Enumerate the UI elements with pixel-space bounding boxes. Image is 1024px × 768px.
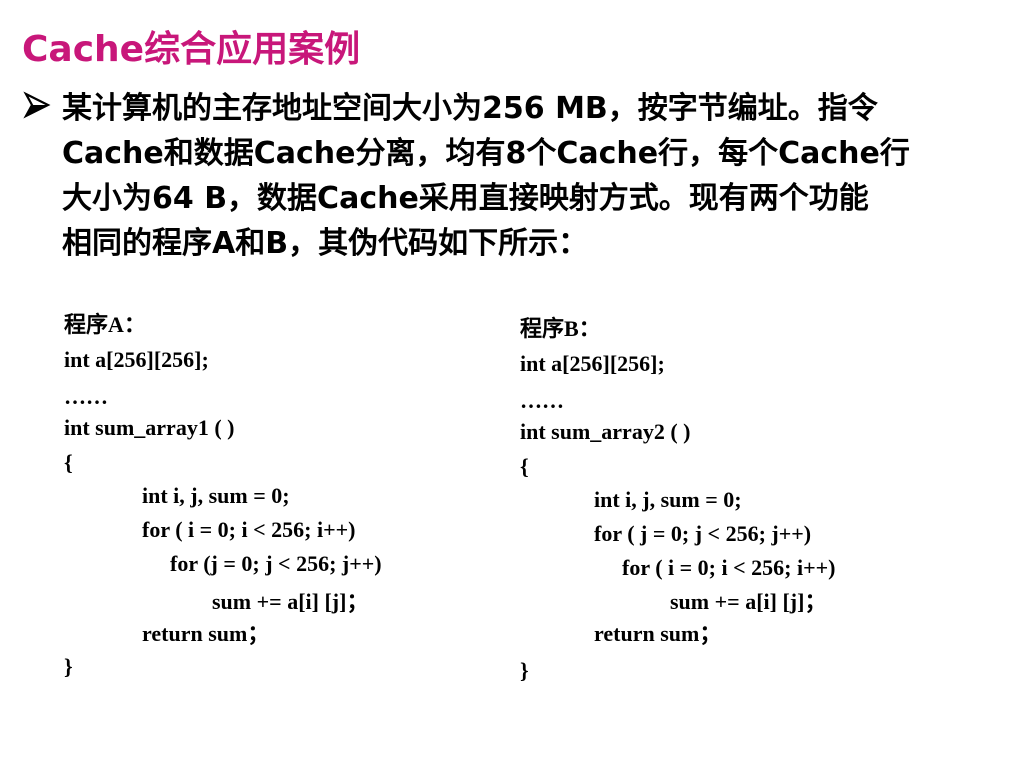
code-line: } xyxy=(520,658,529,683)
bullet-line-1: 某计算机的主存地址空间大小为256 MB，按字节编址。指令 xyxy=(62,91,878,126)
code-line: int i, j, sum = 0; xyxy=(142,483,290,508)
code-line: return sum； xyxy=(142,621,270,646)
code-line: int sum_array2 ( ) xyxy=(520,419,691,444)
program-b-code: 程序B： int a[256][256]; …… int sum_array2 … xyxy=(520,316,835,683)
code-line: int a[256][256]; xyxy=(520,351,665,376)
code-line: int a[256][256]; xyxy=(64,347,209,372)
code-line: …… xyxy=(520,388,564,413)
arrow-bullet-icon xyxy=(23,91,51,119)
code-line: for ( j = 0; j < 256; j++) xyxy=(594,521,812,546)
bullet-line-4: 相同的程序A和B，其伪代码如下所示： xyxy=(62,226,589,261)
code-line: 程序A： xyxy=(64,312,146,337)
bullet-text: 某计算机的主存地址空间大小为256 MB，按字节编址。指令 Cache和数据Ca… xyxy=(62,86,982,266)
code-line: sum += a[i] [j]； xyxy=(670,589,827,614)
code-line: } xyxy=(64,654,73,679)
program-a-code: 程序A： int a[256][256]; …… int sum_array1 … xyxy=(64,312,382,679)
slide-title: Cache综合应用案例 xyxy=(22,29,361,70)
code-line: sum += a[i] [j]； xyxy=(212,589,369,614)
code-line: for (j = 0; j < 256; j++) xyxy=(170,551,382,576)
code-line: …… xyxy=(64,384,108,409)
code-line: for ( i = 0; i < 256; i++) xyxy=(622,555,836,580)
code-line: int sum_array1 ( ) xyxy=(64,415,235,440)
code-line: for ( i = 0; i < 256; i++) xyxy=(142,517,356,542)
bullet-line-3: 大小为64 B，数据Cache采用直接映射方式。现有两个功能 xyxy=(62,181,869,216)
code-line: int i, j, sum = 0; xyxy=(594,487,742,512)
code-line: { xyxy=(64,450,73,475)
code-line: return sum； xyxy=(594,621,722,646)
bullet-line-2: Cache和数据Cache分离，均有8个Cache行，每个Cache行 xyxy=(62,136,910,171)
code-line: { xyxy=(520,454,529,479)
code-line: 程序B： xyxy=(520,316,601,341)
